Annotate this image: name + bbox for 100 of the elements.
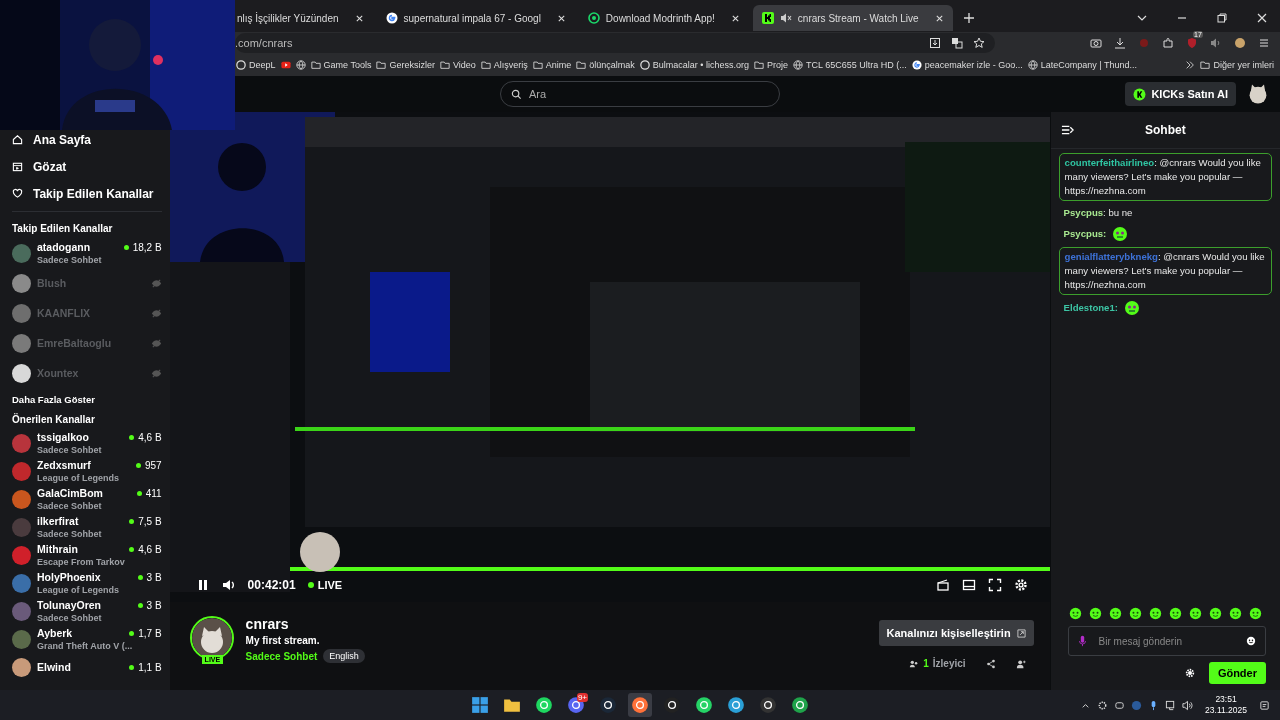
network-icon[interactable]	[1165, 699, 1177, 711]
close-icon[interactable]	[934, 13, 944, 23]
show-more-link[interactable]: Daha Fazla Göster	[12, 394, 162, 405]
emote-icon[interactable]	[1248, 607, 1262, 620]
channel-item[interactable]: TolunayOren 3 B Sadece Sohbet	[12, 597, 162, 625]
emote-icon[interactable]	[1208, 607, 1222, 620]
microphone-icon[interactable]	[1077, 635, 1087, 647]
channel-item[interactable]: atadogann 18,2 B Sadece Sohbet	[12, 238, 162, 268]
chat-username[interactable]: Eldestone1:	[1063, 301, 1118, 313]
viewer-count: 18,2 B	[132, 240, 162, 254]
speaker-icon[interactable]	[1210, 37, 1222, 49]
play-icon	[280, 60, 291, 70]
profile-avatar-icon[interactable]	[1234, 37, 1246, 49]
channel-item[interactable]: Elwind 1,1 B	[12, 653, 162, 681]
browser-tab[interactable]: supernatural impala 67 - Googl	[376, 5, 575, 31]
chat-input[interactable]: Bir mesaj gönderin	[1067, 626, 1266, 656]
bookmark-item[interactable]: Gereksizler	[376, 60, 435, 70]
bookmark-item[interactable]: Video	[439, 60, 476, 70]
chat-username[interactable]: Psycpus:	[1063, 227, 1107, 239]
restore-icon[interactable]	[1216, 12, 1228, 24]
fullscreen-icon[interactable]	[987, 578, 1002, 592]
share-icon[interactable]	[985, 658, 996, 669]
close-icon[interactable]	[730, 13, 740, 23]
clip-icon[interactable]	[935, 578, 950, 592]
channel-item[interactable]: GalaCimBom 411 Sadece Sohbet	[12, 485, 162, 513]
search-field[interactable]: Ara	[500, 81, 780, 107]
volume-icon[interactable]	[221, 578, 236, 592]
close-icon[interactable]	[354, 13, 364, 23]
streamer-name[interactable]: cnrars	[245, 616, 365, 632]
system-clock[interactable]: 23:51 23.11.2025	[1205, 694, 1247, 716]
bookmark-item[interactable]: Proje	[754, 60, 789, 70]
close-icon[interactable]	[1256, 12, 1268, 24]
notification-icon[interactable]	[1259, 699, 1270, 711]
bookmark-item[interactable]: Anime	[532, 60, 572, 70]
emote-icon[interactable]	[1088, 607, 1102, 620]
taskbar-app[interactable]: 9+	[564, 693, 588, 717]
nav-item[interactable]: Takip Edilen Kanallar	[12, 180, 162, 207]
site-icon	[236, 60, 246, 70]
browser-tab[interactable]: Download Modrinth App!	[578, 5, 749, 31]
volume-icon[interactable]	[1182, 699, 1194, 711]
collapse-chat-icon[interactable]	[1060, 124, 1074, 136]
nav-item[interactable]: Ana Sayfa	[12, 126, 162, 153]
taskbar-app[interactable]	[628, 693, 652, 717]
globe-icon	[1027, 60, 1038, 70]
bookmark-item[interactable]: Game Tools	[310, 60, 372, 70]
emote-icon[interactable]	[1228, 607, 1242, 620]
camera-icon[interactable]	[1090, 37, 1102, 49]
stream-time: 00:42:01	[247, 578, 296, 592]
channel-item[interactable]: Zedxsmurf 957 League of Legends	[12, 457, 162, 485]
channel-item[interactable]: HolyPhoenix 3 B League of Legends	[12, 569, 162, 597]
download-icon[interactable]	[1114, 37, 1126, 49]
settings-icon[interactable]	[1184, 668, 1195, 678]
translate-icon[interactable]	[951, 37, 963, 49]
bookmark-item[interactable]: ölünçalmak	[576, 60, 635, 70]
language-tag[interactable]: English	[323, 649, 365, 663]
menu-icon[interactable]	[1258, 37, 1270, 49]
star-icon[interactable]	[973, 37, 985, 49]
muted-speaker-icon[interactable]	[779, 12, 792, 24]
channel-item[interactable]: tssigalkoo 4,6 B Sadece Sohbet	[12, 429, 162, 457]
bookmark-item[interactable]: LateCompany | Thund...	[1027, 60, 1137, 70]
bookmark-item[interactable]: Diğer yer imleri	[1200, 60, 1274, 70]
category-link[interactable]: Sadece Sohbet	[245, 650, 318, 662]
bookmark-item[interactable]: TCL 65C655 Ultra HD (...	[793, 60, 907, 70]
close-icon[interactable]	[556, 13, 566, 23]
emote-icon[interactable]	[1108, 607, 1122, 620]
bookmark-item[interactable]: Bulmacalar • lichess.org	[639, 60, 749, 70]
customize-channel-button[interactable]: Kanalınızı kişiselleştirin	[878, 620, 1034, 646]
new-tab-icon[interactable]	[962, 12, 975, 24]
send-button[interactable]: Gönder	[1208, 662, 1266, 684]
channel-item[interactable]: ilkerfirat 7,5 B Sadece Sohbet	[12, 513, 162, 541]
globe-icon	[793, 60, 804, 70]
browser-tab[interactable]: nlış İşçilikler Yüzünden	[235, 5, 373, 31]
chevrons-icon[interactable]	[1185, 60, 1196, 70]
nav-item[interactable]: Gözat	[12, 153, 162, 180]
gear-icon[interactable]	[1097, 699, 1109, 711]
bookmark-item[interactable]	[295, 60, 306, 70]
section-heading: Takip Edilen Kanallar	[12, 223, 114, 234]
external-link-icon	[1016, 628, 1026, 638]
settings-icon[interactable]	[1013, 578, 1028, 592]
channel-item[interactable]: Ayberk 1,7 B Grand Theft Auto V (...	[12, 625, 162, 653]
bookmark-item[interactable]	[280, 60, 291, 70]
bookmark-item[interactable]: Alışveriş	[480, 60, 528, 70]
viewer-count: 1	[923, 658, 929, 669]
follow-user-icon[interactable]	[1015, 658, 1026, 669]
buy-kicks-button[interactable]: KICKs Satın Al	[1125, 82, 1236, 106]
browser-tab[interactable]: cnrars Stream - Watch Live	[752, 5, 953, 31]
install-icon[interactable]	[929, 37, 941, 49]
channel-item[interactable]: Mithrain 4,6 B Escape From Tarkov	[12, 541, 162, 569]
bookmark-item[interactable]: DeepL	[236, 60, 276, 70]
emote-icon[interactable]	[1148, 607, 1162, 620]
emote-icon[interactable]	[1128, 607, 1142, 620]
emote-icon[interactable]	[1188, 607, 1202, 620]
channel-category: Escape From Tarkov	[37, 555, 125, 568]
puzzle-icon[interactable]	[1162, 37, 1174, 49]
emoji-icon[interactable]	[1246, 636, 1256, 646]
emote-icon[interactable]	[1068, 607, 1082, 620]
address-field[interactable]: .com/cnrars	[235, 33, 995, 53]
emote-icon[interactable]	[1168, 607, 1182, 620]
bookmark-item[interactable]: peacemaker izle - Goo...	[911, 60, 1023, 70]
theater-mode-icon[interactable]	[961, 578, 976, 592]
